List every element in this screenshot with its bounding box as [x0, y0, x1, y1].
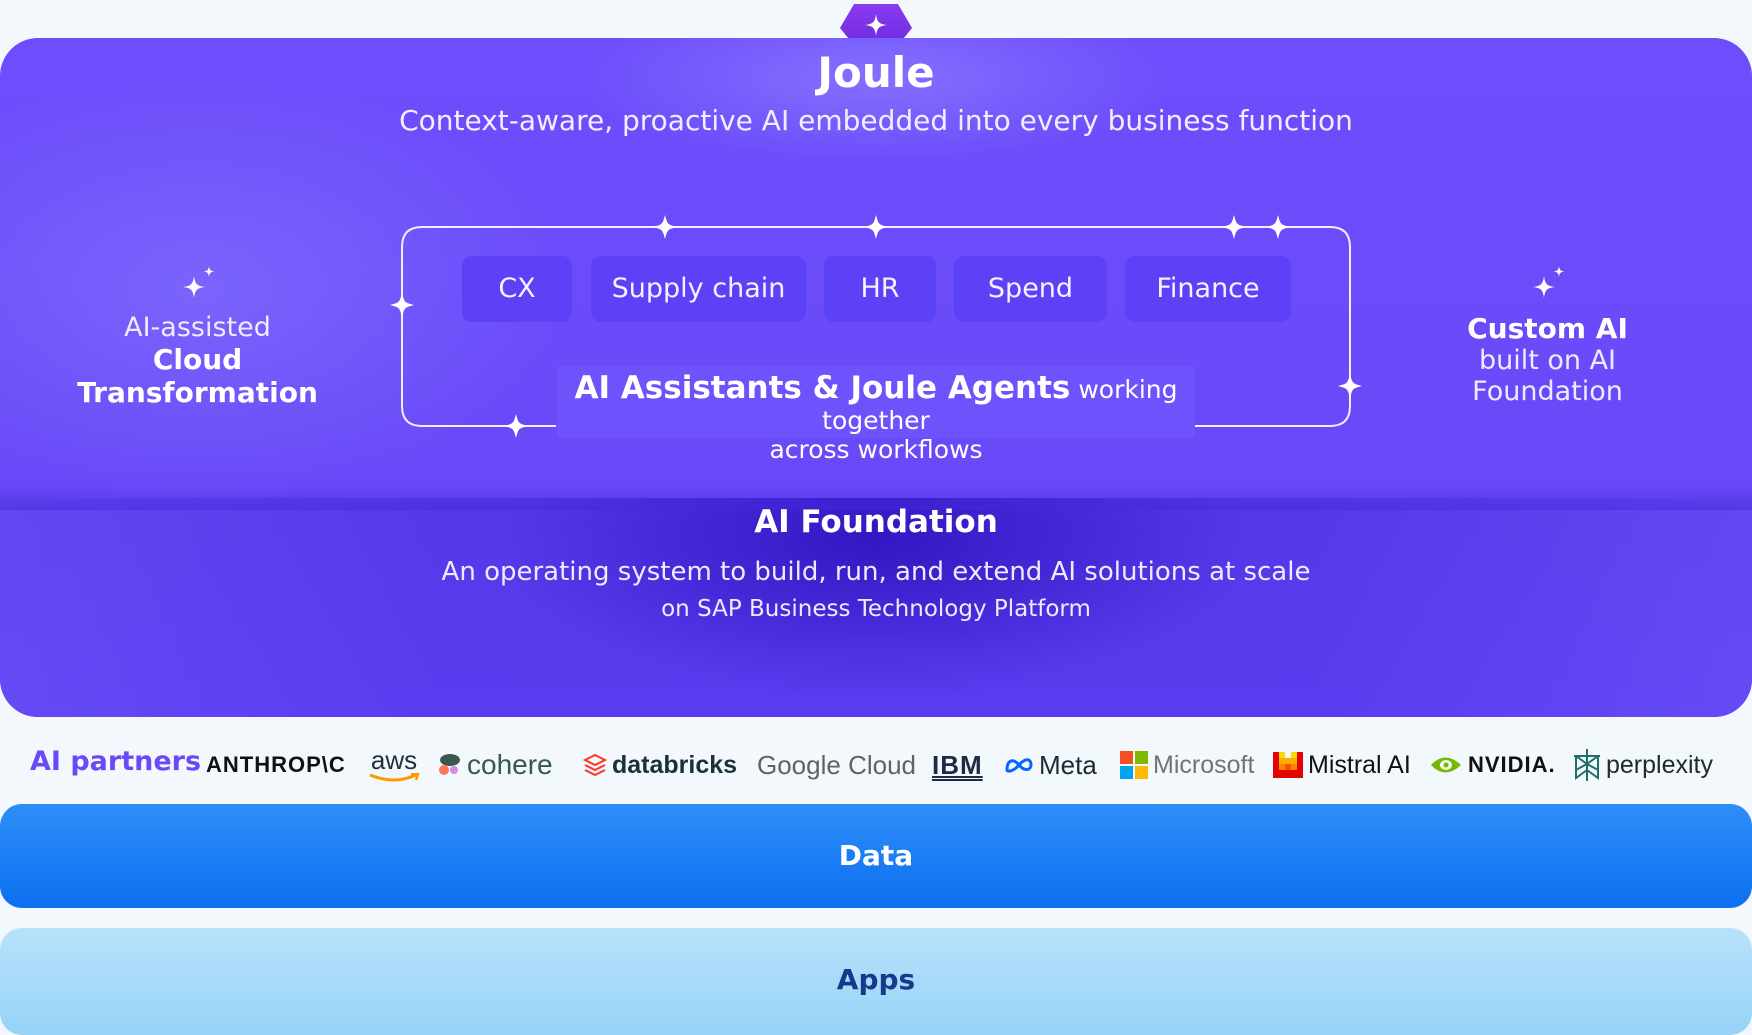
partner-aws: aws: [368, 745, 420, 785]
agents-caption: AI Assistants & Joule Agents working tog…: [557, 366, 1195, 464]
partner-google-cloud: Google Cloud: [757, 749, 916, 780]
sparkle-icon: [390, 293, 414, 317]
ai-assisted-cloud-transformation: AI-assisted Cloud Transformation: [30, 262, 365, 409]
partner-ibm: IBM: [932, 749, 983, 780]
sparkle-icon: [504, 414, 528, 438]
partner-perplexity: perplexity: [1573, 745, 1713, 785]
custom-ai-label: Custom AI: [1467, 312, 1628, 345]
partner-microsoft: Microsoft: [1120, 745, 1254, 785]
meta-logo-icon: [1005, 758, 1033, 773]
data-layer: Data: [0, 804, 1752, 908]
pill-cx: CX: [462, 256, 572, 322]
sparkle-icon: [653, 215, 677, 239]
custom-ai: Custom AI built on AI Foundation: [1400, 262, 1695, 407]
partner-mistral-ai: Mistral AI: [1273, 745, 1411, 785]
databricks-logo-icon: [583, 753, 607, 777]
aws-smile-icon: [369, 773, 420, 782]
ai-foundation-description: An operating system to build, run, and e…: [441, 557, 1311, 587]
sparkle-icon: [1266, 215, 1290, 239]
built-on-ai-foundation-label: built on AI Foundation: [1472, 345, 1623, 407]
sparkle-icon: [1338, 374, 1362, 398]
sparkle-icon: [864, 215, 888, 239]
ai-foundation-platform: on SAP Business Technology Platform: [661, 596, 1091, 622]
partner-meta: Meta: [1004, 745, 1097, 785]
perplexity-logo-icon: [1574, 749, 1600, 781]
cloud-transformation-label: Cloud Transformation: [77, 343, 318, 409]
sparkle-icon: [1222, 215, 1246, 239]
agents-across-workflows: across workflows: [769, 435, 983, 464]
microsoft-logo-icon: [1120, 751, 1148, 779]
partner-anthropic: ANTHROP\C: [206, 752, 346, 777]
cohere-logo-icon: [439, 754, 460, 775]
partner-cohere: cohere: [438, 745, 553, 785]
pill-finance: Finance: [1125, 256, 1291, 322]
partner-databricks: databricks: [583, 745, 737, 785]
sparkle-icon: [182, 266, 214, 298]
ai-assisted-label: AI-assisted: [124, 312, 271, 343]
pill-hr: HR: [824, 256, 936, 322]
partner-nvidia: NVIDIA.: [1429, 745, 1556, 785]
mistral-logo-icon: [1273, 752, 1303, 778]
ai-foundation-title: AI Foundation: [754, 504, 998, 540]
apps-layer: Apps: [0, 928, 1752, 1035]
pill-spend: Spend: [954, 256, 1107, 322]
pill-supply-chain: Supply chain: [591, 256, 806, 322]
ai-partners-label: AI partners: [30, 746, 202, 777]
sparkle-icon: [1532, 266, 1564, 298]
agents-title: AI Assistants & Joule Agents: [574, 370, 1071, 406]
architecture-diagram: Joule Context-aware, proactive AI embedd…: [0, 0, 1752, 1035]
nvidia-logo-icon: [1431, 757, 1461, 773]
